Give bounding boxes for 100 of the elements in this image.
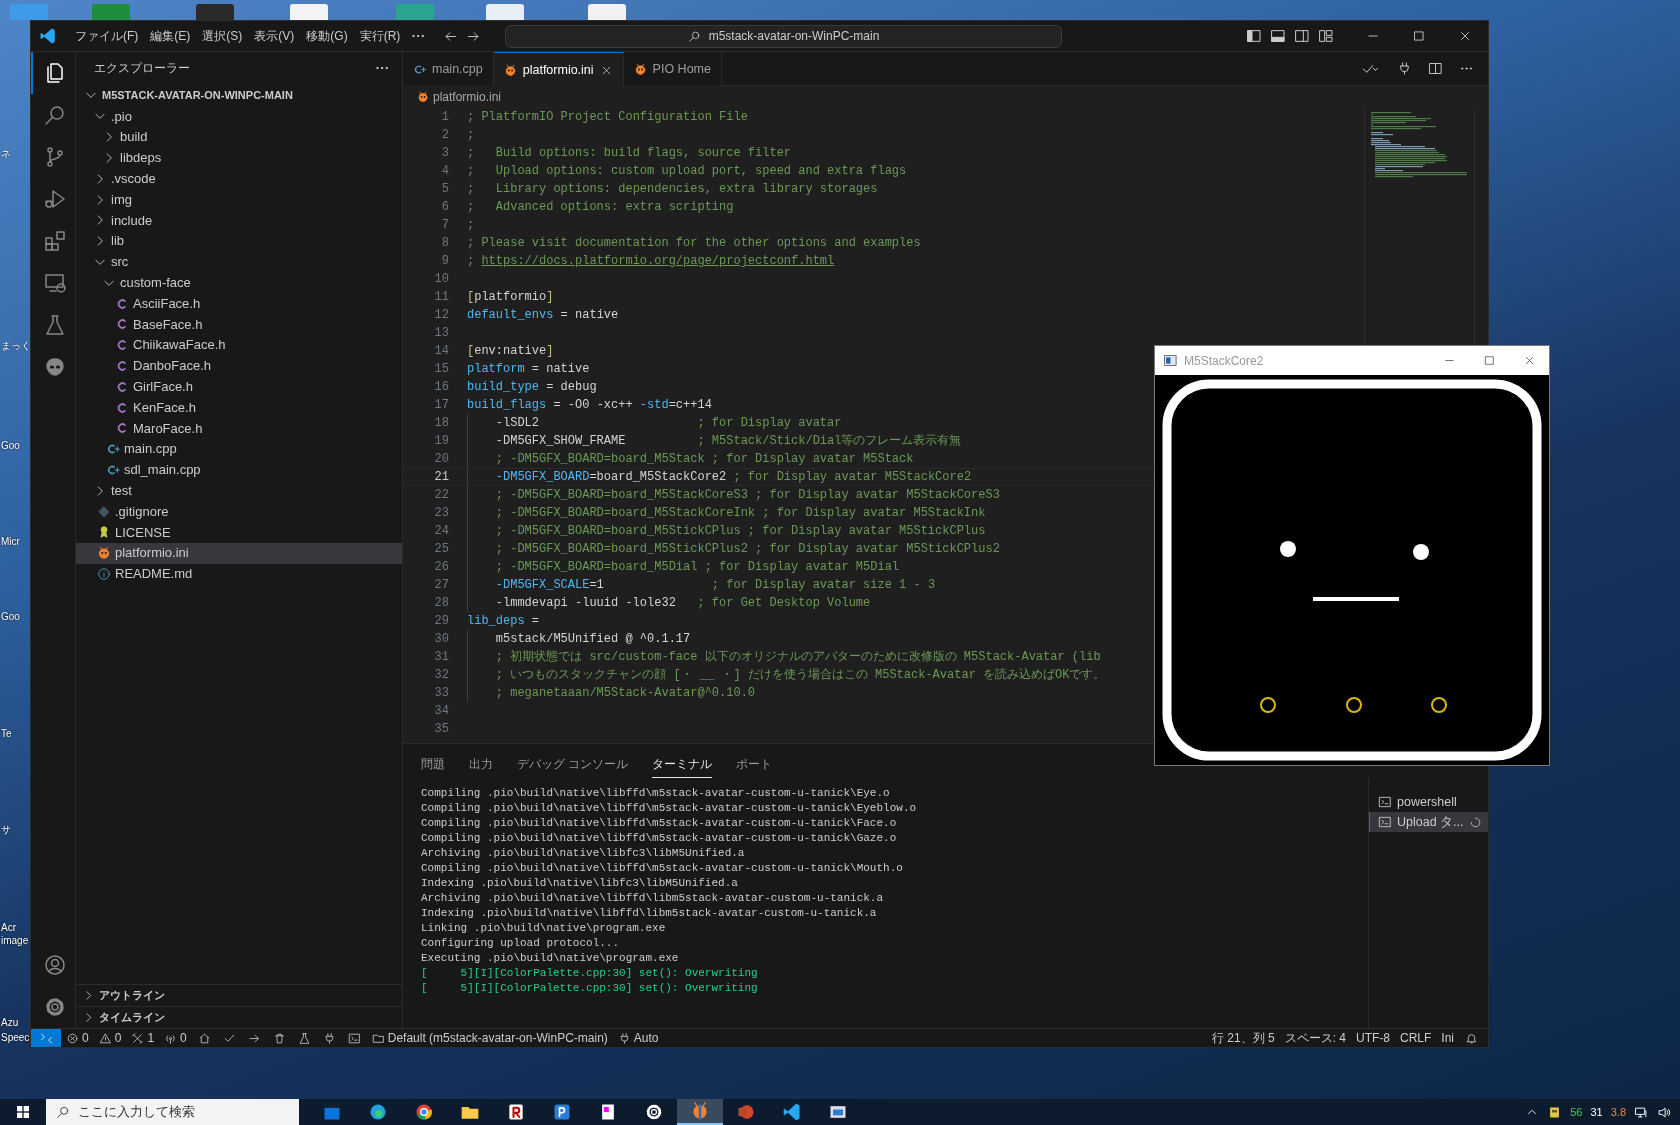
code-line: platform = native [467,361,590,378]
line-number: 19 [433,433,449,450]
desktop-icon-label: Te [1,728,12,740]
bell-icon[interactable] [1465,1031,1478,1045]
tree-item[interactable]: src [76,251,402,273]
tree-item[interactable]: build [76,126,402,148]
windows-logo-icon[interactable] [15,1104,31,1120]
tree-item[interactable]: platformio.ini [76,542,402,564]
status-item[interactable]: スペース: 4 [1279,1029,1351,1047]
editor-tab[interactable]: PIO Home [623,52,722,86]
panel-tab[interactable]: ポート [736,751,773,778]
terminal-icon[interactable] [347,1031,361,1045]
terminal-icon [1378,815,1392,829]
status-item[interactable]: 行 21、列 5 [1206,1029,1280,1047]
terminal-line: Archiving .pio\build\native\libfc3\libM5Unified.a [421,846,746,861]
remote-icon [39,1031,53,1045]
tree-item[interactable]: img [76,189,402,210]
tree-item[interactable]: libdeps [76,147,402,169]
command-center[interactable]: m5stack-avatar-on-WinPC-main [505,24,1062,48]
status-item[interactable]: Ini [1436,1029,1459,1047]
terminal-tab[interactable]: Upload タ... [1369,812,1488,832]
toggle-panel-icon[interactable] [1270,28,1286,44]
terminal-line: Compiling .pio\build\native\libffd\m5stack-avatar-custom-u-tanick\Gaze.o [421,831,898,846]
panel-tab[interactable]: 問題 [421,751,445,778]
tree-item[interactable]: ChiikawaFace.h [76,334,402,356]
code-line: default_envs = native [467,307,619,324]
tree-item[interactable]: KenFace.h [76,397,402,418]
info-icon [97,566,111,581]
panel-tab[interactable]: デバッグ コンソール [517,751,629,778]
trash-icon[interactable] [272,1031,286,1045]
menu-item[interactable]: 実行(R) [353,25,407,47]
c-file-icon [115,400,129,415]
close-icon[interactable] [1458,29,1472,43]
tree-item[interactable]: main.cpp [76,438,402,460]
split-editor-icon[interactable] [1428,61,1443,76]
vscode-logo-icon [39,27,57,45]
c-file-icon [115,317,129,332]
breadcrumb-item[interactable]: platformio.ini [433,88,502,106]
error-icon [66,1031,79,1045]
tree-item[interactable]: .gitignore [76,501,402,522]
tree-item[interactable]: sdl_main.cpp [76,459,402,481]
tree-item[interactable]: LICENSE [76,521,402,543]
status-item[interactable]: 0 [61,1029,94,1047]
menu-item[interactable]: 選択(S) [196,25,249,47]
code-line: build_flags = -O0 -xc++ -std=c++14 [467,397,712,414]
toggle-sidebar-icon[interactable] [1246,28,1262,44]
terminal-line: [ 5][I][ColorPalette.cpp:30] set(): Overwriting [421,966,759,981]
menu-item[interactable]: ファイル(F) [69,25,145,47]
editor-tab[interactable]: main.cpp [403,52,494,86]
terminal-line: Compiling .pio\build\native\libffd\m5stack-avatar-custom-u-tanick\Eyeblow.o [421,801,918,816]
plug-icon[interactable] [1397,61,1412,76]
tree-item[interactable]: .pio [76,106,402,127]
line-number: 5 [440,181,449,198]
c-file-icon [115,379,129,394]
status-item[interactable]: 0 [93,1029,127,1047]
flask-icon[interactable] [297,1031,311,1045]
status-item[interactable]: Default (m5stack-avatar-on-WinPC-main) [366,1029,613,1047]
tree-item[interactable]: .vscode [76,168,402,190]
tree-item[interactable]: BaseFace.h [76,313,402,335]
tree-item[interactable]: MaroFace.h [76,417,402,439]
panel-tab[interactable]: ターミナル [652,751,713,778]
tree-item[interactable]: M5STACK-AVATAR-ON-WINPC-MAIN [76,84,402,106]
tree-item[interactable]: custom-face [76,272,402,294]
line-number: 26 [433,559,449,576]
terminal-line: Archiving .pio\build\native\libffd\libm5stack-avatar-custom-u-tanick.a [421,891,885,906]
status-item[interactable]: 1 [126,1029,160,1047]
status-item[interactable]: UTF-8 [1350,1029,1395,1047]
tools-icon [131,1031,145,1045]
maximize-icon[interactable] [1412,29,1426,43]
tree-item[interactable]: include [76,210,402,231]
tree-item[interactable]: AsciiFace.h [76,293,402,314]
customize-layout-icon[interactable] [1318,28,1334,44]
line-number: 33 [433,685,449,702]
network-icon[interactable] [1634,1104,1649,1120]
status-item[interactable]: Auto [612,1029,664,1047]
editor-tab[interactable]: platformio.ini [493,52,624,87]
alien-icon [97,546,111,561]
status-item[interactable]: CRLF [1394,1029,1437,1047]
tree-item[interactable]: lib [76,230,402,252]
tree-item[interactable]: DanboFace.h [76,355,402,377]
toggle-secondary-sidebar-icon[interactable] [1294,28,1310,44]
docs-link[interactable]: https://docs.platformio.org/page/projectconf.html [481,254,835,268]
menu-item[interactable]: 表示(V) [248,25,301,47]
taskbar-search-field[interactable]: ここに入力して検索 [78,1102,299,1122]
menu-item[interactable]: 移動(G) [300,25,354,47]
section-header[interactable]: アウトライン [76,984,402,1006]
tree-item[interactable]: GirlFace.h [76,376,402,398]
code-line: ; [467,127,475,144]
status-item[interactable]: 0 [159,1029,192,1047]
terminal-tab[interactable]: powershell [1369,792,1488,812]
home-icon[interactable] [197,1031,211,1045]
line-number: 32 [433,667,449,684]
menu-item[interactable]: 編集(E) [144,25,197,47]
code-line: ; Build options: build flags, source filter [467,145,792,162]
panel-tab[interactable]: 出力 [469,751,493,778]
taskbar-search-box[interactable]: ここに入力して検索 [46,1099,299,1125]
tree-item[interactable]: README.md [76,563,402,585]
desktop-icon-label: ネ [1,148,11,160]
tree-item[interactable]: test [76,480,402,502]
tray-reading: 31 [1590,1104,1603,1120]
